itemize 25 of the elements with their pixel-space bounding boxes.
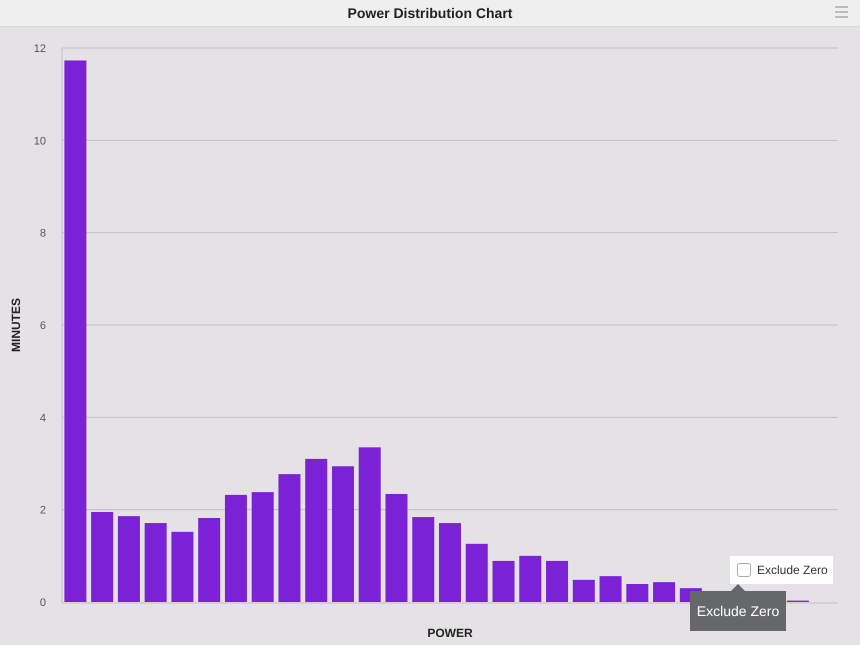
tooltip: Exclude Zero	[690, 591, 786, 631]
chart-bar	[466, 544, 488, 602]
checkbox-label: Exclude Zero	[757, 563, 828, 577]
menu-icon[interactable]	[835, 6, 848, 18]
axis-tick-label: 0	[40, 597, 46, 609]
exclude-zero-checkbox[interactable]: Exclude Zero	[730, 556, 833, 584]
chart-bar	[519, 556, 542, 602]
chart-bar	[492, 560, 515, 602]
chart-bar	[626, 584, 648, 602]
axis-tick-label: 4	[40, 412, 46, 424]
chart-title: Power Distribution Chart	[348, 5, 512, 21]
x-axis-title: POWER	[427, 626, 473, 640]
chart-bar	[546, 560, 568, 602]
chart-bar	[572, 580, 595, 602]
axis-tick-label: 12	[34, 43, 46, 55]
axis-tick-label: 6	[40, 320, 46, 332]
chart-bar	[171, 532, 194, 602]
axis-tick-label: 8	[40, 228, 46, 240]
chart-bar	[653, 582, 676, 602]
axis-tick-label: 2	[40, 504, 46, 517]
axis-tick-label: 10	[34, 135, 46, 148]
checkbox-icon[interactable]	[737, 563, 751, 577]
tooltip-pointer-icon	[731, 584, 745, 591]
chart-bar	[600, 576, 622, 602]
y-axis-title: MINUTES	[9, 298, 23, 352]
